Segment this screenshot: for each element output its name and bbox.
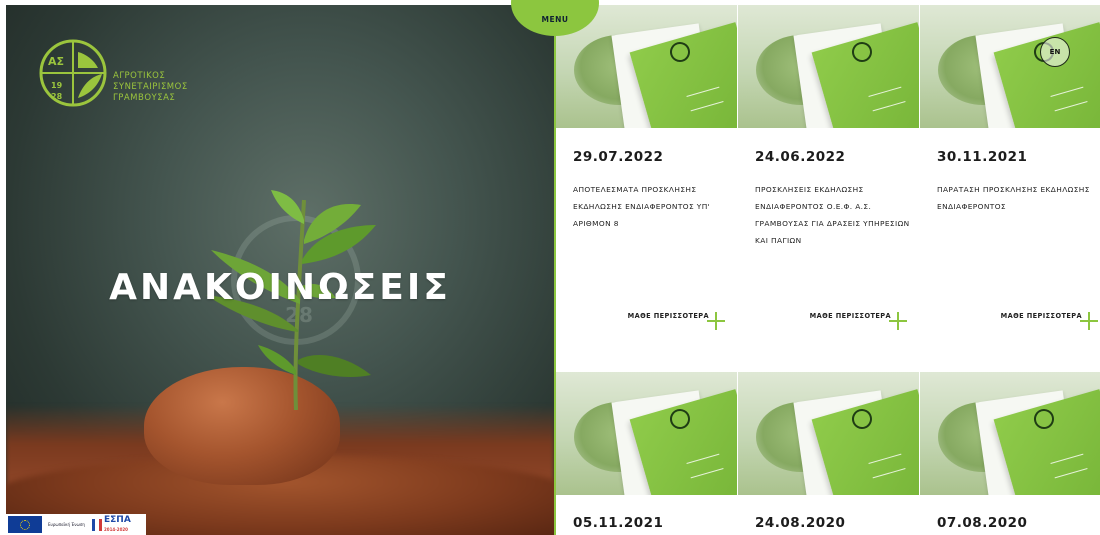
plus-icon [707,312,725,330]
logo-emblem-icon: ΑΣ 19 28 [39,39,107,107]
announcement-title: ΠΡΟΣΚΛΗΣΕΙΣ ΕΚΔΗΛΩΣΗΣ ΕΝΔΙΑΦΕΡΟΝΤΟΣ Ο.Ε.… [755,185,910,245]
espa-years: 2014-2020 [104,526,128,532]
plus-icon [1080,312,1098,330]
espa-label: ΕΣΠΑ [104,514,131,525]
announcement-thumbnail [738,372,919,495]
announcement-thumbnail [920,372,1100,495]
espa-logo: ΕΣΠΑ 2014-2020 [92,514,131,534]
read-more-link[interactable]: ΜΑΘΕ ΠΕΡΙΣΣΟΤΕΡΑ [810,302,907,330]
logo-line-3: ΓΡΑΜΒΟΥΣΑΣ [113,93,176,103]
menu-label: MENU [541,15,569,24]
announcement-card[interactable]: 24.06.2022 ΠΡΟΣΚΛΗΣΕΙΣ ΕΚΔΗΛΩΣΗΣ ΕΝΔΙΑΦΕ… [738,5,919,370]
logo-line-1: ΑΓΡΟΤΙΚΟΣ [113,71,166,81]
logo-line-2: ΣΥΝΕΤΑΙΡΙΣΜΟΣ [113,82,188,92]
logo-mark-text: ΑΣ [48,55,64,68]
announcement-card[interactable]: 29.07.2022 ΑΠΟΤΕΛΕΣΜΑΤΑ ΠΡΟΣΚΛΗΣΗΣ ΕΚΔΗΛ… [556,5,737,370]
logo-year-bottom: 28 [51,92,63,101]
announcement-date: 29.07.2022 [573,149,664,165]
hero-banner: 28 ΑΣ 19 28 ΑΓΡΟΤΙΚΟΣ ΣΥΝΕΤΑΙΡΙΣΜΟΣ ΓΡΑΜ… [6,5,554,535]
announcement-date: 30.11.2021 [937,149,1028,165]
announcements-grid: 29.07.2022 ΑΠΟΤΕΛΕΣΜΑΤΑ ΠΡΟΣΚΛΗΣΗΣ ΕΚΔΗΛ… [556,5,1100,535]
brand-logo[interactable]: ΑΣ 19 28 ΑΓΡΟΤΙΚΟΣ ΣΥΝΕΤΑΙΡΙΣΜΟΣ ΓΡΑΜΒΟΥ… [38,38,218,118]
announcement-date: 24.06.2022 [755,149,846,165]
logo-wordmark: ΑΓΡΟΤΙΚΟΣ ΣΥΝΕΤΑΙΡΙΣΜΟΣ ΓΡΑΜΒΟΥΣΑΣ [113,71,223,104]
announcement-card[interactable]: 07.08.2020 [920,372,1100,535]
announcement-thumbnail [556,372,737,495]
announcement-card[interactable]: 05.11.2021 [556,372,737,535]
eu-caption: Ευρωπαϊκή Ένωση [48,522,85,527]
read-more-link[interactable]: ΜΑΘΕ ΠΕΡΙΣΣΟΤΕΡΑ [628,302,725,330]
announcement-title: ΑΠΟΤΕΛΕΣΜΑΤΑ ΠΡΟΣΚΛΗΣΗΣ ΕΚΔΗΛΩΣΗΣ ΕΝΔΙΑΦ… [573,185,711,228]
announcement-thumbnail [738,5,919,128]
announcement-date: 24.08.2020 [755,515,846,531]
announcement-date: 07.08.2020 [937,515,1028,531]
language-switch-button[interactable]: EN [1040,37,1070,67]
announcement-thumbnail [920,5,1100,128]
read-more-label: ΜΑΘΕ ΠΕΡΙΣΣΟΤΕΡΑ [1000,312,1082,320]
logo-year-top: 19 [51,81,63,90]
plus-icon [889,312,907,330]
espa-mark-icon [92,518,102,531]
announcement-date: 05.11.2021 [573,515,664,531]
page-title: ΑΝΑΚΟΙΝΩΣΕΙΣ [109,267,451,308]
language-label: EN [1049,48,1061,56]
announcement-card[interactable]: 30.11.2021 ΠΑΡΑΤΑΣΗ ΠΡΟΣΚΛΗΣΗΣ ΕΚΔΗΛΩΣΗΣ… [920,5,1100,370]
read-more-label: ΜΑΘΕ ΠΕΡΙΣΣΟΤΕΡΑ [627,312,709,320]
announcement-title: ΠΑΡΑΤΑΣΗ ΠΡΟΣΚΛΗΣΗΣ ΕΚΔΗΛΩΣΗΣ ΕΝΔΙΑΦΕΡΟΝ… [937,185,1090,211]
read-more-link[interactable]: ΜΑΘΕ ΠΕΡΙΣΣΟΤΕΡΑ [1001,302,1098,330]
read-more-label: ΜΑΘΕ ΠΕΡΙΣΣΟΤΕΡΑ [809,312,891,320]
announcement-card[interactable]: 24.08.2020 [738,372,919,535]
funding-logos: Ευρωπαϊκή Ένωση ΕΣΠΑ 2014-2020 [6,514,146,535]
eu-flag-icon [8,516,42,533]
